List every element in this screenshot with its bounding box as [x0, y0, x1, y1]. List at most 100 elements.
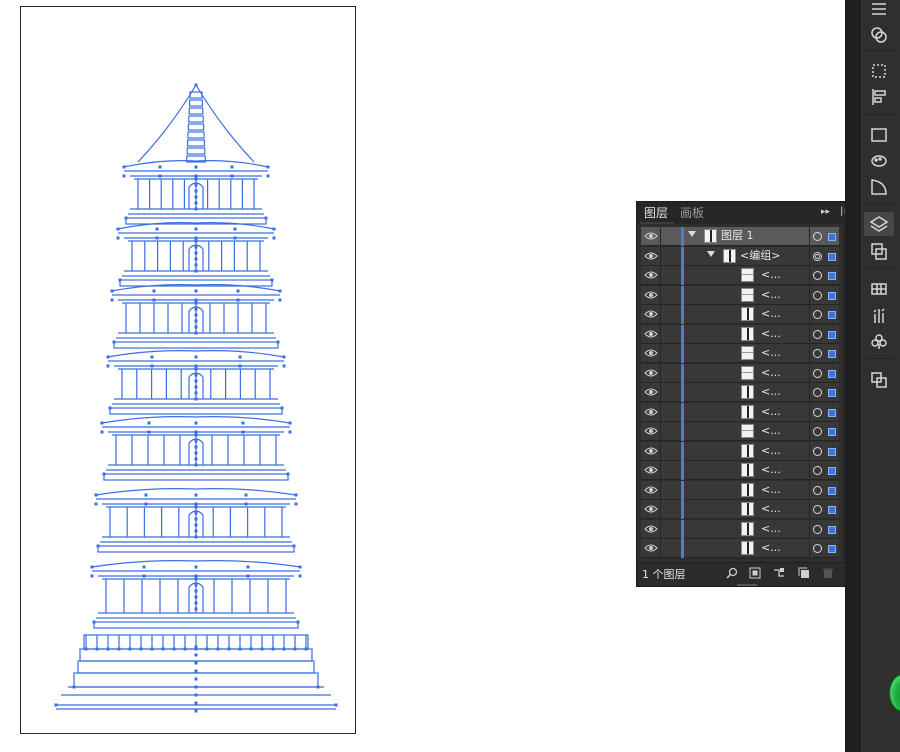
lock-toggle[interactable] — [660, 402, 661, 422]
layer-row[interactable]: <... — [641, 461, 839, 480]
lock-toggle[interactable] — [660, 324, 661, 344]
brushes-icon[interactable] — [867, 304, 891, 326]
create-sublayer-icon[interactable] — [773, 567, 785, 579]
layer-name[interactable]: <... — [761, 268, 781, 282]
visibility-eye-icon[interactable] — [644, 329, 658, 339]
visibility-eye-icon[interactable] — [644, 368, 658, 378]
lock-toggle[interactable] — [660, 363, 661, 383]
layer-name[interactable]: <... — [761, 444, 781, 458]
target-circle-icon[interactable] — [813, 524, 822, 534]
transparency-icon[interactable] — [867, 176, 891, 198]
layer-name[interactable]: <... — [761, 522, 781, 536]
lock-toggle[interactable] — [660, 441, 661, 461]
visibility-eye-icon[interactable] — [644, 485, 658, 495]
lock-toggle[interactable] — [660, 461, 661, 480]
artboards-icon[interactable] — [867, 240, 891, 262]
artboard[interactable] — [20, 6, 356, 734]
layer-name[interactable]: <... — [761, 463, 781, 477]
create-layer-icon[interactable] — [798, 567, 810, 579]
selection-square-icon[interactable] — [828, 428, 836, 436]
layer-row[interactable]: <... — [641, 363, 839, 383]
make-clipping-mask-icon[interactable] — [749, 567, 761, 579]
panel-resize-grip[interactable] — [737, 584, 757, 586]
layer-row[interactable]: <... — [641, 539, 839, 558]
target-circle-icon[interactable] — [813, 290, 822, 300]
layer-row[interactable]: <... — [641, 305, 839, 324]
target-circle-icon[interactable] — [813, 485, 822, 495]
lock-toggle[interactable] — [660, 285, 661, 305]
visibility-eye-icon[interactable] — [644, 426, 658, 436]
visibility-eye-icon[interactable] — [644, 504, 658, 514]
visibility-eye-icon[interactable] — [644, 231, 658, 241]
layer-row[interactable]: <... — [641, 422, 839, 441]
lock-toggle[interactable] — [660, 305, 661, 324]
target-circle-icon[interactable] — [813, 310, 822, 319]
selection-square-icon[interactable] — [828, 389, 836, 397]
lock-toggle[interactable] — [660, 344, 661, 363]
lock-toggle[interactable] — [660, 422, 661, 441]
align-icon[interactable] — [867, 86, 891, 108]
lock-toggle[interactable] — [660, 480, 661, 500]
visibility-eye-icon[interactable] — [644, 465, 658, 475]
color-guide-icon[interactable] — [867, 150, 891, 172]
visibility-eye-icon[interactable] — [644, 524, 658, 534]
target-circle-icon[interactable] — [813, 505, 822, 514]
double-chevron-right-icon[interactable]: ▸▸ — [821, 207, 830, 217]
visibility-eye-icon[interactable] — [644, 446, 658, 456]
target-circle-icon[interactable] — [813, 368, 822, 378]
layer-row[interactable]: <... — [641, 441, 839, 461]
delete-icon[interactable] — [822, 567, 834, 579]
selection-square-icon[interactable] — [828, 467, 836, 475]
lock-toggle[interactable] — [660, 266, 661, 285]
layers-icon[interactable] — [867, 213, 891, 235]
visibility-eye-icon[interactable] — [644, 309, 658, 319]
tab-layers[interactable]: 图层 — [644, 205, 668, 221]
target-circle-icon[interactable] — [813, 427, 822, 436]
layer-row[interactable]: <... — [641, 519, 839, 539]
visibility-eye-icon[interactable] — [644, 270, 658, 280]
appearance-icon[interactable] — [867, 24, 891, 46]
layer-name[interactable]: <... — [761, 366, 781, 380]
menu-icon[interactable] — [867, 0, 891, 22]
layer-name[interactable]: 图层 1 — [721, 229, 754, 243]
lock-toggle[interactable] — [660, 539, 661, 558]
search-icon[interactable] — [726, 567, 738, 579]
layer-name[interactable]: <... — [761, 307, 781, 321]
selection-square-icon[interactable] — [828, 447, 836, 456]
selection-square-icon[interactable] — [828, 330, 836, 339]
layer-row[interactable]: <... — [641, 383, 839, 402]
symbols-icon[interactable] — [867, 330, 891, 352]
selection-square-icon[interactable] — [828, 369, 836, 378]
layer-name[interactable]: <... — [761, 346, 781, 360]
layer-row[interactable]: <... — [641, 324, 839, 344]
layer-row[interactable]: 图层 1 — [641, 227, 839, 246]
selection-square-icon[interactable] — [828, 252, 836, 261]
visibility-eye-icon[interactable] — [644, 387, 658, 397]
layer-row[interactable]: <编组> — [641, 246, 839, 266]
expand-triangle-icon[interactable] — [688, 231, 696, 237]
selection-square-icon[interactable] — [828, 233, 836, 241]
layer-name[interactable]: <... — [761, 483, 781, 497]
target-circle-icon[interactable] — [813, 271, 822, 280]
selection-square-icon[interactable] — [828, 408, 836, 417]
layer-row[interactable]: <... — [641, 480, 839, 500]
layer-name[interactable]: <... — [761, 502, 781, 516]
layer-row[interactable]: <... — [641, 402, 839, 422]
target-circle-icon[interactable] — [813, 544, 822, 553]
lock-toggle[interactable] — [660, 519, 661, 539]
lock-toggle[interactable] — [660, 500, 661, 519]
lock-toggle[interactable] — [660, 246, 661, 266]
selection-square-icon[interactable] — [828, 311, 836, 319]
target-circle-icon[interactable] — [813, 407, 822, 417]
visibility-eye-icon[interactable] — [644, 348, 658, 358]
target-circle-icon[interactable] — [813, 446, 822, 456]
visibility-eye-icon[interactable] — [644, 543, 658, 553]
pathfinder-icon[interactable] — [867, 368, 891, 390]
layer-name[interactable]: <... — [761, 327, 781, 341]
layer-row[interactable]: <... — [641, 344, 839, 363]
visibility-eye-icon[interactable] — [644, 251, 658, 261]
swatches-icon[interactable] — [867, 278, 891, 300]
layer-name[interactable]: <... — [761, 541, 781, 555]
selection-square-icon[interactable] — [828, 506, 836, 514]
selection-square-icon[interactable] — [828, 545, 836, 553]
